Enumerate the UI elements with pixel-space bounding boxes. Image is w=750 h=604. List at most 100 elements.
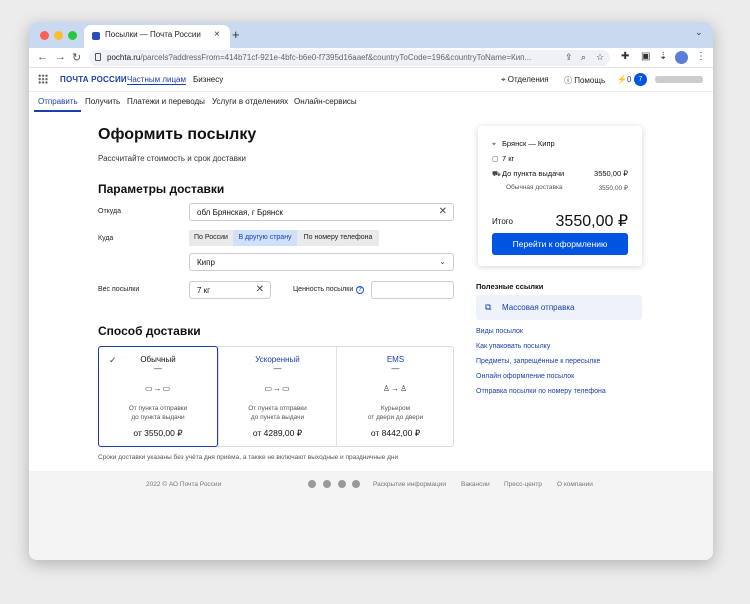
footer-link-press[interactable]: Пресс-центр: [504, 481, 542, 488]
mass-shipping-link[interactable]: ⧉ Массовая отправка: [476, 295, 642, 320]
apps-grid-icon[interactable]: [38, 74, 48, 84]
weight-label: Вес посылки: [98, 286, 140, 293]
tab-title: Посылки — Почта России: [105, 30, 201, 39]
clear-icon[interactable]: ✕: [439, 206, 447, 217]
delivery-note: Сроки доставки указаны без учёта дня при…: [98, 454, 399, 461]
delivery-option-ems[interactable]: EMS — ♙→♙ Курьером от двери до двери от 8…: [337, 347, 454, 446]
footer-link-vacancies[interactable]: Вакансии: [461, 481, 490, 488]
nav-private-persons[interactable]: Частным лицам: [127, 75, 187, 85]
sub-navigation: Отправить Получить Платежи и переводы Ус…: [29, 92, 713, 112]
telegram-icon[interactable]: [338, 480, 346, 488]
copyright: 2022 © АО Почта России: [146, 481, 222, 488]
extensions-icon[interactable]: ✚: [621, 51, 629, 62]
tab-close-icon[interactable]: ×: [214, 29, 220, 40]
value-label: Ценность посылки: [293, 286, 354, 293]
destination-type-selector: По России В другую страну По номеру теле…: [189, 230, 379, 246]
delivery-method-title: Способ доставки: [98, 324, 201, 338]
minimize-window-button[interactable]: [54, 31, 63, 40]
country-value: Кипр: [197, 258, 215, 267]
subnav-online-services[interactable]: Онлайн-сервисы: [294, 97, 357, 106]
lock-icon: [95, 53, 101, 61]
total-label: Итого: [492, 217, 513, 226]
option-dash: —: [273, 364, 282, 373]
offices-link[interactable]: ⌖ Отделения: [501, 75, 549, 85]
proceed-button[interactable]: Перейти к оформлению: [492, 233, 628, 255]
url-input[interactable]: pochta.ru/parcels?addressFrom=414b71cf-9…: [89, 50, 610, 66]
summary-card: ⌖ Брянск — Кипр ▢ 7 кг ⛟До пункта выдачи 3…: [478, 126, 642, 266]
link-online-registration[interactable]: Онлайн оформление посылок: [476, 373, 574, 380]
useful-links-title: Полезные ссылки: [476, 282, 544, 291]
share-icon[interactable]: ⇪: [565, 52, 573, 63]
subnav-payments[interactable]: Платежи и переводы: [127, 97, 205, 106]
pickup-row: ⛟До пункта выдачи: [492, 169, 565, 178]
option-title: EMS: [386, 355, 405, 364]
reload-icon[interactable]: ↻: [72, 51, 81, 64]
forward-icon[interactable]: →: [55, 51, 66, 63]
from-input[interactable]: обл Брянская, г Брянск ✕: [189, 203, 454, 221]
link-prohibited-items[interactable]: Предметы, запрещённые к пересылке: [476, 358, 600, 365]
address-bar: ← → ↻ pochta.ru/parcels?addressFrom=414b…: [29, 48, 713, 68]
youtube-icon[interactable]: [352, 480, 360, 488]
option-price: от 3550,00 ₽: [133, 428, 183, 438]
option-price: от 8442,00 ₽: [370, 428, 421, 438]
vk-icon[interactable]: [308, 480, 316, 488]
logo[interactable]: ПОЧТА РОССИИ: [60, 75, 127, 84]
to-label: Куда: [98, 235, 114, 242]
subnav-office-services[interactable]: Услуги в отделениях: [212, 97, 288, 106]
bookmark-star-icon[interactable]: ☆: [596, 52, 604, 63]
downloads-icon[interactable]: ⇣: [659, 51, 667, 62]
site-header: ПОЧТА РОССИИ Частным лицам Бизнесу ⌖ Отд…: [29, 68, 713, 92]
weight-input[interactable]: 7 кг ✕: [189, 281, 271, 299]
delivery-option-regular[interactable]: ✓ Обычный — ▭→▭ От пункта отправки до пун…: [98, 346, 218, 447]
tab-abroad[interactable]: В другую страну: [233, 230, 297, 246]
truck-icon: ⛟: [492, 171, 501, 178]
url-text: pochta.ru/parcels?addressFrom=414b71cf-9…: [107, 53, 532, 62]
link-parcel-types[interactable]: Виды посылок: [476, 328, 523, 335]
footer-link-disclosure[interactable]: Раскрытие информации: [373, 481, 446, 488]
declared-value-input[interactable]: [371, 281, 454, 299]
ok-icon[interactable]: [323, 480, 331, 488]
delivery-type-label: Обычная доставка: [506, 184, 563, 191]
delivery-options: ✓ Обычный — ▭→▭ От пункта отправки до пун…: [98, 346, 454, 447]
help-icon[interactable]: ?: [356, 286, 364, 294]
lightning-icon: ⚡: [617, 75, 627, 84]
delivery-option-express[interactable]: Ускоренный — ▭→▭ От пункта отправки до пу…: [219, 347, 336, 446]
footer-link-about[interactable]: О компании: [557, 481, 593, 488]
option-description: От пункта отправки до пункта выдачи: [248, 405, 307, 421]
browser-tab[interactable]: Посылки — Почта России ×: [84, 25, 230, 48]
user-avatar[interactable]: 7: [634, 73, 647, 86]
bonus-link[interactable]: ⚡0: [617, 75, 631, 84]
help-link[interactable]: ⓘ Помощь: [564, 75, 605, 86]
nav-business[interactable]: Бизнесу: [193, 75, 223, 84]
tab-search-icon[interactable]: ⌄: [695, 27, 703, 38]
option-price: от 4289,00 ₽: [252, 428, 303, 438]
country-select[interactable]: Кипр ⌄: [189, 253, 454, 271]
from-value: обл Брянская, г Брянск: [197, 208, 283, 217]
weight-row: ▢ 7 кг: [492, 154, 515, 163]
footer: 2022 © АО Почта России Раскрытие информа…: [29, 471, 713, 560]
tab-by-phone[interactable]: По номеру телефона: [297, 230, 379, 246]
active-tab-indicator: [34, 110, 81, 112]
close-window-button[interactable]: [40, 31, 49, 40]
delivery-type-price: 3550,00 ₽: [598, 185, 628, 192]
user-name-blurred[interactable]: [655, 76, 703, 83]
pin-icon: ⌖: [492, 141, 496, 148]
subnav-receive[interactable]: Получить: [85, 97, 120, 106]
zoom-icon[interactable]: ⌕: [581, 52, 586, 63]
subnav-send[interactable]: Отправить: [38, 97, 78, 106]
back-icon[interactable]: ←: [37, 51, 48, 63]
favicon-icon: [92, 32, 100, 40]
option-description: Курьером от двери до двери: [367, 405, 424, 421]
option-title: Ускоренный: [255, 355, 300, 364]
menu-icon[interactable]: ⋮: [696, 51, 706, 62]
link-send-by-phone[interactable]: Отправка посылки по номеру телефона: [476, 388, 606, 395]
sidebar-icon[interactable]: ▣: [641, 51, 650, 62]
pin-icon: ⌖: [501, 75, 508, 84]
tab-russia[interactable]: По России: [189, 230, 233, 246]
profile-avatar[interactable]: [675, 51, 688, 64]
link-how-to-pack[interactable]: Как упаковать посылку: [476, 343, 550, 350]
clear-icon[interactable]: ✕: [256, 284, 264, 295]
maximize-window-button[interactable]: [68, 31, 77, 40]
box-icon: ▢: [492, 156, 499, 163]
new-tab-button[interactable]: +: [232, 27, 240, 42]
